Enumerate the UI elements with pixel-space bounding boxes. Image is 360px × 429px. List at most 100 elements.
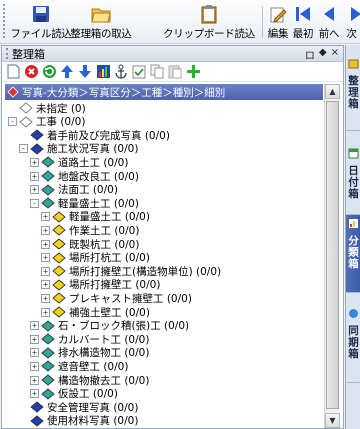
category-diamond-icon — [41, 197, 55, 209]
expand-toggle-icon[interactable]: + — [30, 348, 39, 358]
edit-pencil-icon — [268, 4, 288, 24]
expand-toggle-icon[interactable]: + — [30, 321, 39, 331]
prev-arrow-icon — [319, 4, 339, 24]
expand-toggle-icon[interactable]: + — [41, 307, 50, 317]
down-arrow-icon[interactable] — [77, 64, 93, 80]
category-diamond-icon — [52, 238, 66, 250]
category-diamond-icon — [41, 374, 55, 386]
tab-category-box[interactable]: 分類箱 — [346, 215, 360, 293]
new-doc-icon[interactable] — [5, 64, 21, 80]
expand-toggle-icon[interactable]: + — [30, 185, 39, 195]
main-toolbar: ファイル読込 整理箱の取込 クリップボード読込 編集 最初 前へ 次 — [0, 0, 360, 44]
category-diamond-icon — [41, 388, 55, 400]
copy-icon[interactable] — [149, 64, 165, 80]
category-diamond-icon — [41, 320, 55, 332]
category-diamond-icon — [52, 211, 66, 223]
panel-title: 整理箱 — [12, 47, 45, 61]
chart-icon[interactable] — [95, 64, 111, 80]
scroll-up-button[interactable]: ▲ — [325, 84, 340, 99]
tab-organizer-box[interactable]: 整理箱 — [346, 55, 360, 131]
panel-pin-button[interactable]: ◆ — [319, 47, 327, 62]
edit-button[interactable]: 編集 — [266, 4, 290, 42]
next-button[interactable]: 次 — [343, 4, 360, 42]
panel-toolbar — [2, 62, 343, 82]
organizer-panel: 整理箱 ロ ◆ × 写真-大分類＞写真区分＞工種＞種別＞細別 未指定 (0) - 工… — [1, 45, 344, 429]
expand-toggle-icon[interactable]: + — [41, 239, 50, 249]
tab-category-label: 分類箱 — [347, 235, 359, 270]
panel-float-button[interactable]: ロ — [305, 47, 315, 62]
box-icon — [348, 58, 359, 72]
category-diamond-icon — [41, 347, 55, 359]
clipboard-load-label: クリップボード読込 — [163, 28, 255, 40]
panel-title-bar[interactable]: 整理箱 ロ ◆ × — [2, 46, 343, 62]
import-box-label: 整理箱の取込 — [70, 28, 132, 40]
category-diamond-icon — [52, 265, 66, 277]
save-disk-icon — [31, 4, 51, 24]
prev-label: 前へ — [318, 28, 340, 40]
scroll-down-button[interactable]: ▼ — [325, 413, 340, 428]
category-diamond-icon — [19, 116, 33, 128]
category-diamond-icon — [19, 102, 33, 114]
file-load-button[interactable]: ファイル読込 — [10, 4, 72, 42]
expand-toggle-icon[interactable]: + — [30, 389, 39, 399]
category-diamond-icon — [52, 252, 66, 264]
first-arrow-icon — [293, 4, 313, 24]
expand-toggle-icon[interactable]: + — [41, 293, 50, 303]
panel-controls: ロ ◆ × — [305, 47, 339, 62]
collapse-toggle-icon[interactable]: - — [19, 144, 28, 154]
expand-toggle-icon[interactable]: + — [30, 361, 39, 371]
expand-toggle-icon[interactable]: + — [41, 212, 50, 222]
expand-toggle-icon[interactable]: + — [30, 334, 39, 344]
first-label: 最初 — [292, 28, 314, 40]
category-diamond-icon — [41, 360, 55, 372]
open-folder-icon — [91, 4, 111, 24]
classification-path-bar[interactable]: 写真-大分類＞写真区分＞工種＞種別＞細別 — [5, 84, 323, 100]
category-diamond-icon — [30, 401, 44, 413]
anchor-icon[interactable] — [113, 64, 129, 80]
category-diamond-icon — [52, 279, 66, 291]
scroll-thumb[interactable] — [326, 101, 339, 409]
expand-toggle-icon[interactable]: + — [41, 225, 50, 235]
delete-icon[interactable] — [23, 64, 39, 80]
panel-close-button[interactable]: × — [331, 47, 339, 62]
category-diamond-icon — [30, 143, 44, 155]
add-icon[interactable] — [185, 64, 201, 80]
expand-toggle-icon[interactable]: + — [30, 375, 39, 385]
category-diamond-icon — [52, 224, 66, 236]
tab-sync-box[interactable]: 同期箱 — [346, 305, 360, 383]
tab-organizer-label: 整理箱 — [347, 75, 359, 110]
refresh-icon[interactable] — [41, 64, 57, 80]
toolbar-grip[interactable] — [3, 4, 6, 38]
category-diamond-icon — [30, 415, 44, 427]
panel-grip[interactable] — [6, 48, 9, 59]
tree-scrollbar[interactable]: ▲ ▼ — [324, 84, 340, 428]
expand-toggle-icon[interactable]: + — [30, 157, 39, 167]
tab-date-box[interactable]: 日付箱 — [346, 145, 360, 215]
collapse-toggle-icon[interactable]: - — [30, 198, 39, 208]
category-diamond-icon — [41, 184, 55, 196]
file-load-label: ファイル読込 — [10, 28, 72, 40]
first-button[interactable]: 最初 — [291, 4, 315, 42]
import-box-button[interactable]: 整理箱の取込 — [70, 4, 132, 42]
sync-icon — [348, 308, 359, 322]
tree-node-label: 使用材料写真 (0/0) — [47, 415, 139, 428]
expand-toggle-icon[interactable]: + — [30, 171, 39, 181]
edit-label: 編集 — [267, 28, 289, 40]
red-category-icon — [7, 86, 19, 98]
checkbox-icon[interactable] — [131, 64, 147, 80]
clipboard-load-button[interactable]: クリップボード読込 — [163, 4, 255, 42]
category-diamond-icon — [41, 333, 55, 345]
classification-tree: 未指定 (0) - 工事 (0/0) 着手前及び完成写真 (0/0) - 施工状況写真 (… — [5, 100, 323, 428]
paste-icon[interactable] — [167, 64, 183, 80]
classification-path: 写真-大分類＞写真区分＞工種＞種別＞細別 — [22, 86, 226, 99]
up-arrow-icon[interactable] — [59, 64, 75, 80]
category-diamond-icon — [52, 292, 66, 304]
expand-toggle-icon[interactable]: + — [41, 266, 50, 276]
category-diamond-icon — [30, 129, 44, 141]
tree-node[interactable]: 使用材料写真 (0/0) — [19, 413, 138, 428]
collapse-toggle-icon[interactable]: - — [8, 117, 17, 127]
category-diamond-icon — [41, 156, 55, 168]
prev-button[interactable]: 前へ — [317, 4, 341, 42]
expand-toggle-icon[interactable]: + — [41, 280, 50, 290]
expand-toggle-icon[interactable]: + — [41, 253, 50, 263]
